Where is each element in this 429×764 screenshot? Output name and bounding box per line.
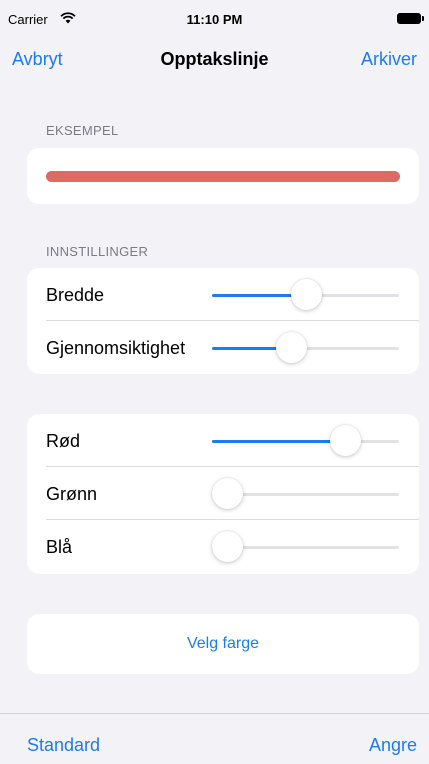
settings-section-header: INNSTILLINGER <box>46 244 149 259</box>
width-row: Bredde <box>27 268 419 321</box>
blue-slider[interactable] <box>212 520 399 573</box>
slider-thumb[interactable] <box>212 531 243 562</box>
settings-card: Bredde Gjennomsiktighet <box>27 268 419 374</box>
red-row: Rød <box>27 414 419 467</box>
opacity-row: Gjennomsiktighet <box>27 321 419 374</box>
opacity-slider[interactable] <box>212 321 399 374</box>
slider-thumb[interactable] <box>290 279 322 310</box>
blue-label: Blå <box>46 537 73 557</box>
blue-row: Blå <box>27 520 419 573</box>
slider-fill <box>212 440 345 443</box>
green-slider[interactable] <box>212 467 399 520</box>
green-label: Grønn <box>46 484 98 504</box>
status-time: 11:10 PM <box>186 12 243 27</box>
navigation-bar: Avbryt Opptakslinje Arkiver <box>0 36 429 84</box>
sample-line-preview <box>46 171 400 182</box>
red-slider[interactable] <box>212 414 399 467</box>
width-label: Bredde <box>46 285 105 305</box>
color-card: Rød Grønn Blå <box>27 414 419 574</box>
bottom-toolbar: Standard Angre <box>0 713 429 764</box>
red-label: Rød <box>46 431 81 451</box>
pick-color-button[interactable]: Velg farge <box>27 614 419 674</box>
default-button[interactable]: Standard <box>27 735 100 756</box>
slider-thumb[interactable] <box>276 332 308 363</box>
status-bar: Carrier 11:10 PM <box>0 0 429 36</box>
example-card <box>27 148 419 204</box>
battery-icon <box>397 13 424 24</box>
slider-thumb[interactable] <box>329 425 361 456</box>
width-slider[interactable] <box>212 268 399 321</box>
example-section-header: EKSEMPEL <box>46 123 119 138</box>
opacity-label: Gjennomsiktighet <box>46 338 186 358</box>
slider-thumb[interactable] <box>212 478 243 509</box>
green-row: Grønn <box>27 467 419 520</box>
pick-color-label: Velg farge <box>186 635 260 652</box>
archive-button[interactable]: Arkiver <box>361 49 417 70</box>
undo-button[interactable]: Angre <box>369 735 417 756</box>
